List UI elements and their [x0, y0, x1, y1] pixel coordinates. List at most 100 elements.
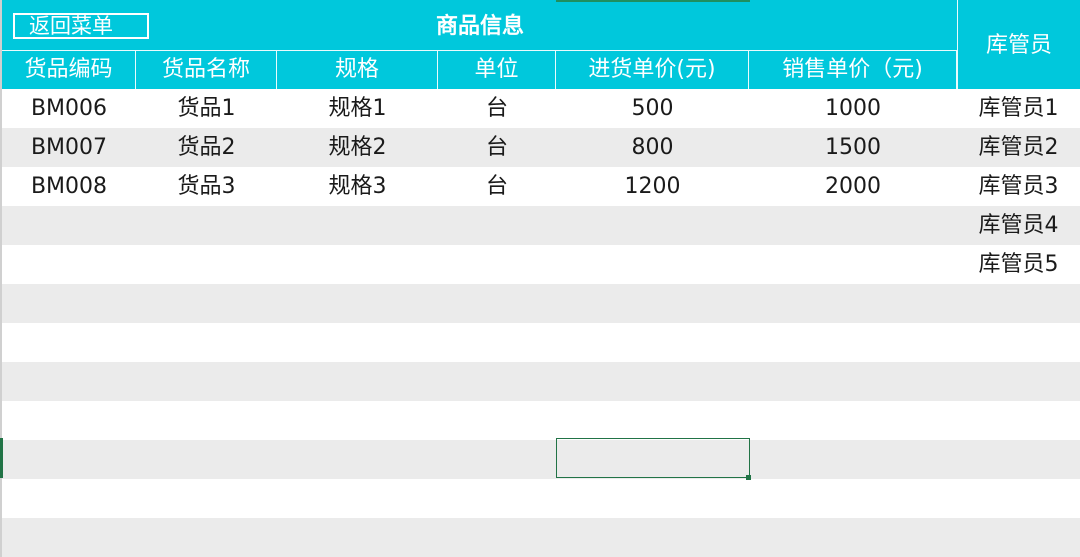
cell-keeper[interactable]: 库管员1 [957, 89, 1080, 128]
cell-unit[interactable] [438, 479, 556, 518]
table-row: BM007 货品2 规格2 台 800 1500 库管员2 [2, 128, 1080, 167]
back-to-menu-button[interactable]: 返回菜单 [13, 13, 149, 39]
cell-code[interactable] [2, 362, 136, 401]
cell-sale-price[interactable] [749, 401, 957, 440]
cell-unit[interactable] [438, 518, 556, 557]
table-row [2, 518, 1080, 557]
cell-sale-price[interactable]: 1500 [749, 128, 957, 167]
keeper-column-header[interactable]: 库管员 [957, 0, 1080, 89]
cell-spec[interactable] [277, 323, 438, 362]
cell-spec[interactable] [277, 440, 438, 479]
col-header-purchase-price[interactable]: 进货单价(元) [556, 51, 749, 89]
spreadsheet: 返回菜单 商品信息 库管员 货品编码 货品名称 规格 单位 进货单价(元) 销售… [0, 0, 1080, 557]
cell-unit[interactable] [438, 245, 556, 284]
cell-purchase-price[interactable] [556, 323, 749, 362]
cell-purchase-price[interactable] [556, 362, 749, 401]
cell-code[interactable]: BM008 [2, 167, 136, 206]
cell-unit[interactable]: 台 [438, 89, 556, 128]
cell-spec[interactable] [277, 362, 438, 401]
fill-handle[interactable] [746, 475, 751, 480]
cell-spec[interactable] [277, 245, 438, 284]
cell-sale-price[interactable] [749, 440, 957, 479]
cell-code[interactable] [2, 323, 136, 362]
selected-cell[interactable] [556, 438, 750, 478]
cell-keeper[interactable] [957, 323, 1080, 362]
col-header-sale-price[interactable]: 销售单价（元) [749, 51, 957, 89]
cell-unit[interactable]: 台 [438, 128, 556, 167]
cell-unit[interactable] [438, 206, 556, 245]
cell-keeper[interactable] [957, 518, 1080, 557]
cell-keeper[interactable] [957, 479, 1080, 518]
cell-name[interactable] [136, 518, 277, 557]
cell-purchase-price[interactable]: 1200 [556, 167, 749, 206]
cell-name[interactable] [136, 206, 277, 245]
cell-unit[interactable] [438, 401, 556, 440]
cell-name[interactable] [136, 362, 277, 401]
cell-name[interactable] [136, 245, 277, 284]
cell-purchase-price[interactable] [556, 479, 749, 518]
cell-unit[interactable] [438, 284, 556, 323]
cell-name[interactable]: 货品3 [136, 167, 277, 206]
cell-spec[interactable] [277, 206, 438, 245]
cell-name[interactable] [136, 440, 277, 479]
cell-spec[interactable] [277, 518, 438, 557]
cell-keeper[interactable] [957, 284, 1080, 323]
cell-sale-price[interactable] [749, 284, 957, 323]
cell-purchase-price[interactable] [556, 401, 749, 440]
cell-sale-price[interactable] [749, 206, 957, 245]
cell-sale-price[interactable] [749, 518, 957, 557]
cell-spec[interactable]: 规格1 [277, 89, 438, 128]
cell-sale-price[interactable]: 2000 [749, 167, 957, 206]
cell-code[interactable] [2, 518, 136, 557]
cell-code[interactable] [2, 401, 136, 440]
col-header-code[interactable]: 货品编码 [2, 51, 136, 89]
cell-sale-price[interactable]: 1000 [749, 89, 957, 128]
cell-sale-price[interactable] [749, 479, 957, 518]
cell-keeper[interactable]: 库管员5 [957, 245, 1080, 284]
cell-sale-price[interactable] [749, 323, 957, 362]
cell-spec[interactable] [277, 479, 438, 518]
cell-code[interactable] [2, 440, 136, 479]
col-header-name[interactable]: 货品名称 [136, 51, 277, 89]
table-row [2, 362, 1080, 401]
cell-unit[interactable] [438, 323, 556, 362]
cell-purchase-price[interactable] [556, 284, 749, 323]
cell-code[interactable] [2, 284, 136, 323]
cell-sale-price[interactable] [749, 245, 957, 284]
cell-keeper[interactable] [957, 362, 1080, 401]
cell-spec[interactable]: 规格3 [277, 167, 438, 206]
col-header-unit[interactable]: 单位 [438, 51, 556, 89]
cell-spec[interactable] [277, 401, 438, 440]
table-row: 库管员5 [2, 245, 1080, 284]
cell-unit[interactable] [438, 440, 556, 479]
cell-code[interactable] [2, 245, 136, 284]
cell-name[interactable]: 货品1 [136, 89, 277, 128]
cell-spec[interactable]: 规格2 [277, 128, 438, 167]
cell-keeper[interactable] [957, 401, 1080, 440]
cell-purchase-price[interactable]: 500 [556, 89, 749, 128]
column-top-accent [556, 0, 750, 2]
cell-keeper[interactable]: 库管员4 [957, 206, 1080, 245]
cell-code[interactable]: BM006 [2, 89, 136, 128]
cell-unit[interactable] [438, 362, 556, 401]
table-row [2, 284, 1080, 323]
cell-spec[interactable] [277, 284, 438, 323]
cell-unit[interactable]: 台 [438, 167, 556, 206]
cell-keeper[interactable] [957, 440, 1080, 479]
cell-sale-price[interactable] [749, 362, 957, 401]
cell-name[interactable]: 货品2 [136, 128, 277, 167]
col-header-spec[interactable]: 规格 [277, 51, 438, 89]
cell-purchase-price[interactable]: 800 [556, 128, 749, 167]
cell-name[interactable] [136, 479, 277, 518]
cell-name[interactable] [136, 323, 277, 362]
cell-purchase-price[interactable] [556, 206, 749, 245]
cell-code[interactable]: BM007 [2, 128, 136, 167]
cell-code[interactable] [2, 479, 136, 518]
cell-keeper[interactable]: 库管员3 [957, 167, 1080, 206]
cell-name[interactable] [136, 401, 277, 440]
cell-purchase-price[interactable] [556, 518, 749, 557]
cell-code[interactable] [2, 206, 136, 245]
cell-name[interactable] [136, 284, 277, 323]
cell-keeper[interactable]: 库管员2 [957, 128, 1080, 167]
cell-purchase-price[interactable] [556, 245, 749, 284]
